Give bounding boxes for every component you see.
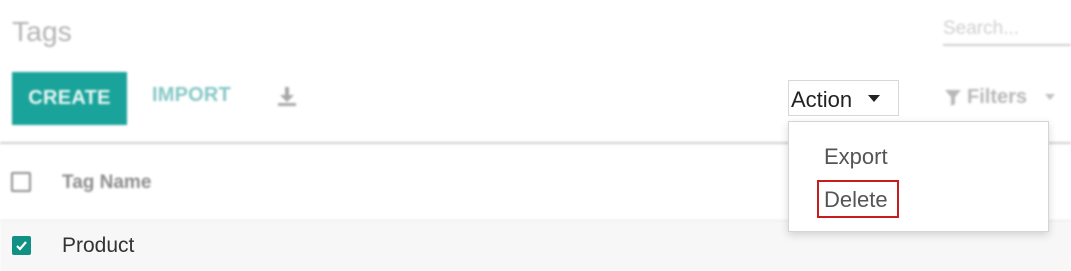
column-header-tag-name[interactable]: Tag Name — [62, 172, 151, 194]
row-checkbox[interactable] — [12, 236, 31, 255]
caret-down-icon — [868, 95, 880, 102]
search-input[interactable]: Search... — [943, 16, 1071, 46]
filters-label: Filters — [967, 86, 1028, 108]
create-button[interactable]: CREATE — [12, 72, 127, 125]
search-placeholder: Search... — [943, 18, 1020, 39]
import-button[interactable]: IMPORT — [152, 84, 231, 107]
select-all-checkbox[interactable] — [11, 172, 31, 192]
action-dropdown-button[interactable]: Action — [788, 80, 899, 116]
checkmark-icon — [16, 241, 27, 251]
download-icon[interactable] — [276, 86, 298, 108]
action-menu: Export Delete — [788, 121, 1049, 232]
page-title: Tags — [12, 16, 72, 47]
menu-item-delete[interactable]: Delete — [824, 187, 888, 213]
caret-down-icon — [1045, 94, 1055, 100]
tags-list-view: Tags Search... CREATE IMPORT Filters Tag… — [0, 0, 1071, 271]
row-tag-name: Product — [62, 234, 135, 257]
menu-item-export[interactable]: Export — [824, 144, 888, 170]
funnel-icon — [945, 90, 961, 106]
action-label: Action — [791, 87, 853, 112]
